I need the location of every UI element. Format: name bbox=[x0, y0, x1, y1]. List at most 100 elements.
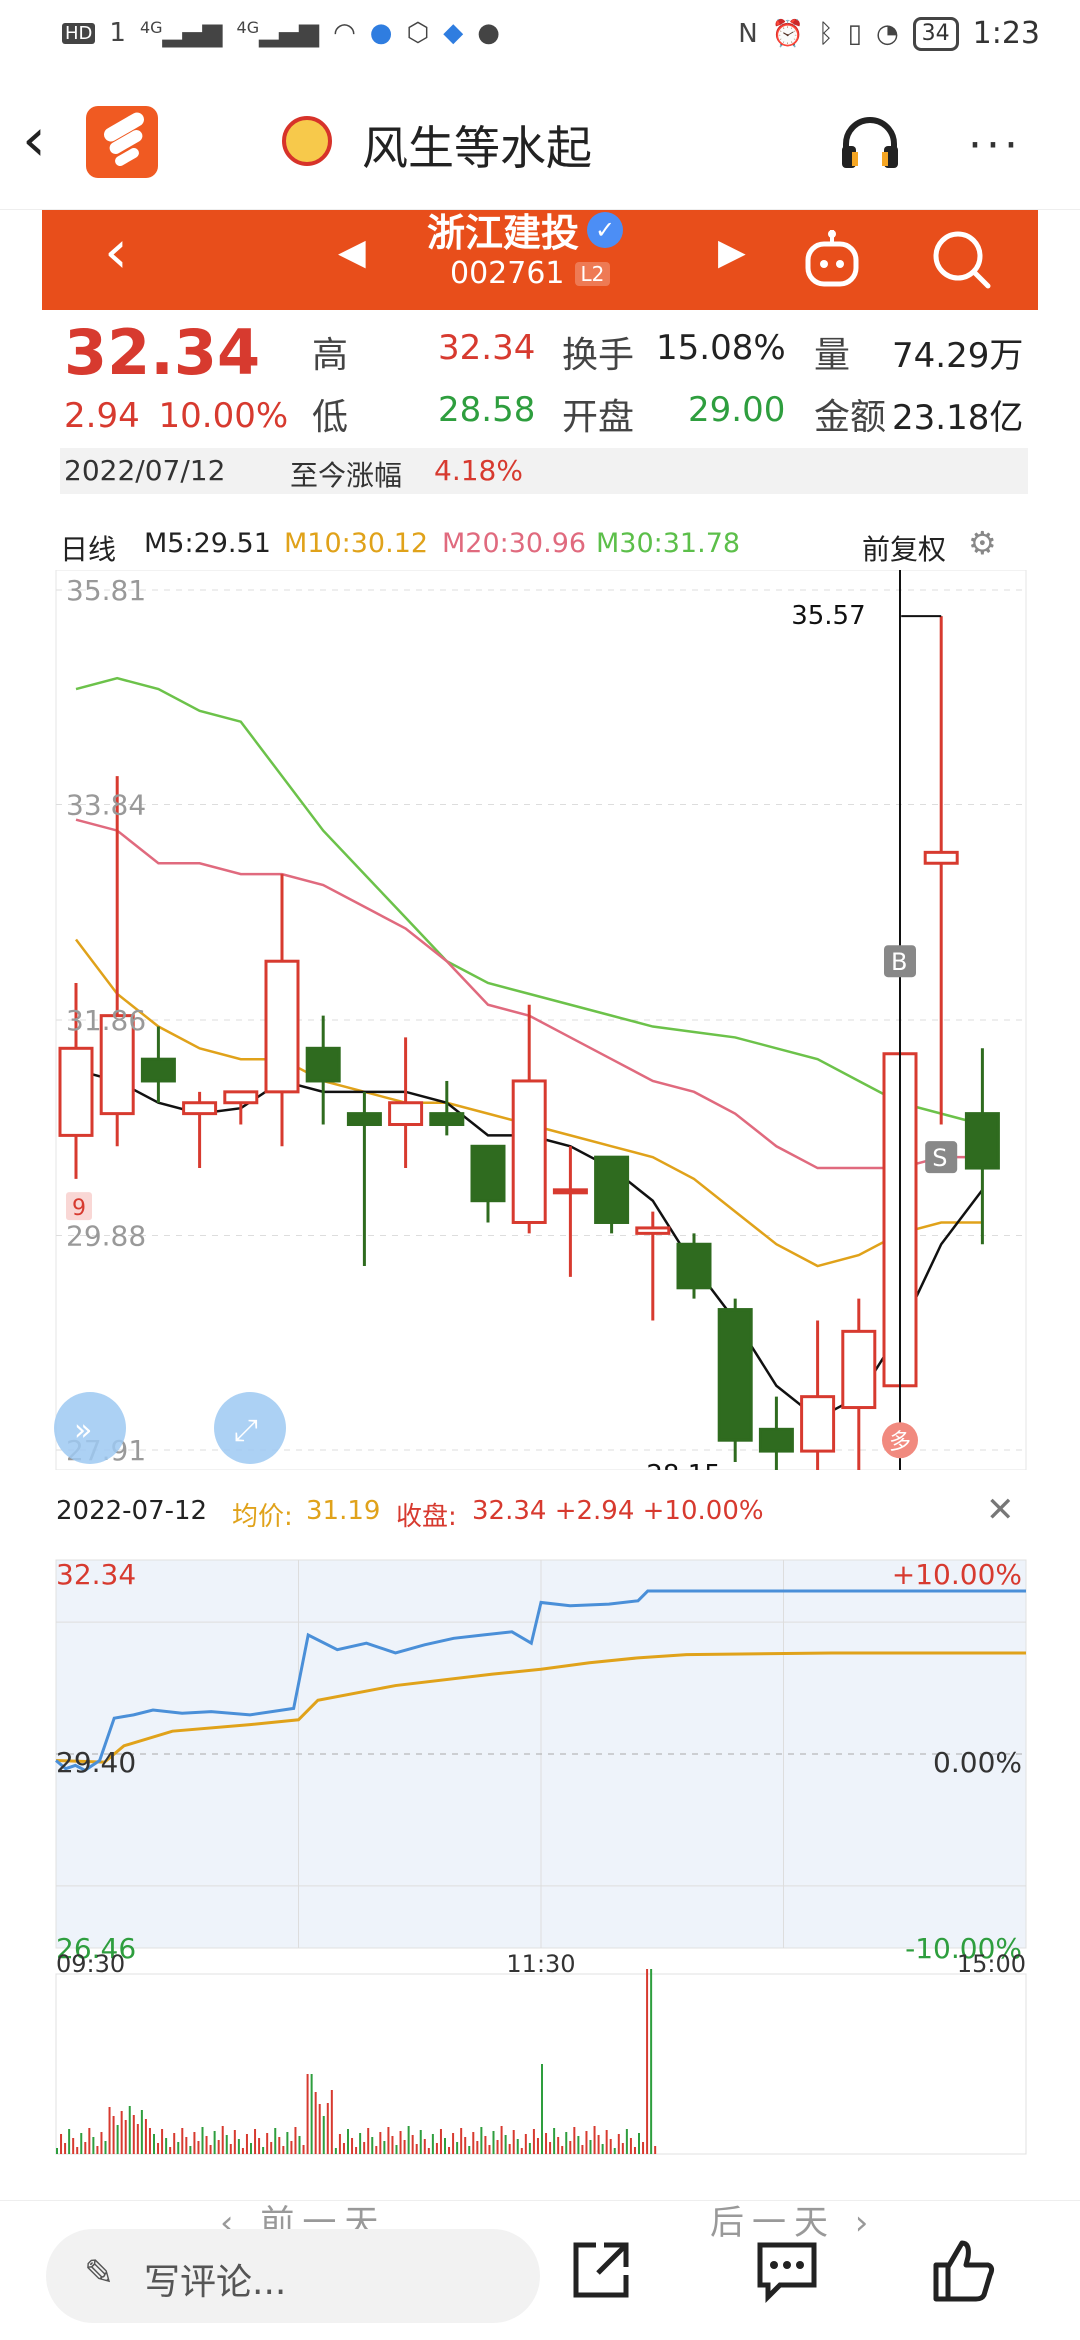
user-avatar[interactable] bbox=[282, 116, 332, 166]
volume-bar bbox=[144, 2119, 147, 2154]
candle-body bbox=[594, 1155, 630, 1224]
low-label: 低 bbox=[312, 397, 349, 438]
candle-body bbox=[511, 1079, 547, 1224]
app-notify-icon: ◆ bbox=[443, 18, 464, 48]
kline-chart[interactable]: 35.8133.8431.8629.8827.9135.5728.15BS9多»… bbox=[0, 570, 1080, 1470]
volume-bar bbox=[419, 2130, 422, 2154]
prev-stock-icon[interactable]: ◀ bbox=[338, 232, 366, 273]
volume-bar bbox=[213, 2131, 216, 2154]
search-icon[interactable] bbox=[928, 226, 994, 292]
volume-bar bbox=[120, 2111, 123, 2154]
volume-bar bbox=[229, 2144, 232, 2154]
volume-bar bbox=[407, 2126, 410, 2154]
headset-icon[interactable] bbox=[838, 114, 902, 170]
volume-bar bbox=[298, 2136, 301, 2154]
change-value: 2.94 bbox=[64, 396, 140, 436]
back-icon[interactable]: ‹ bbox=[22, 110, 72, 170]
candle-body bbox=[964, 1112, 1000, 1170]
candle-body bbox=[346, 1112, 382, 1127]
volume-bar bbox=[326, 2103, 329, 2154]
volume-bar bbox=[173, 2133, 176, 2154]
more-marker: 多 bbox=[882, 1422, 918, 1459]
volume-bar bbox=[112, 2116, 115, 2154]
volume-bar bbox=[72, 2138, 75, 2154]
volume-bar bbox=[565, 2132, 568, 2154]
volume-bar bbox=[589, 2140, 592, 2154]
volume-bar bbox=[116, 2125, 119, 2154]
candle-body bbox=[635, 1226, 671, 1235]
volume-bar bbox=[403, 2140, 406, 2154]
comment-input[interactable]: ✎ 写评论... bbox=[46, 2229, 540, 2323]
y-right-label: 0.00% bbox=[933, 1746, 1022, 1779]
volume-bar bbox=[581, 2145, 584, 2154]
candle-body bbox=[923, 850, 959, 865]
signal-icon-2: 4G▂▄▆ bbox=[236, 18, 320, 48]
candle-body bbox=[717, 1308, 753, 1442]
volume-bar bbox=[496, 2140, 499, 2154]
volume-bar bbox=[448, 2147, 451, 2154]
volume-bar bbox=[157, 2143, 160, 2154]
share-icon[interactable] bbox=[566, 2235, 636, 2305]
hd-badge: HD bbox=[62, 22, 96, 44]
intraday-chart[interactable]: 32.3429.4026.46+10.00%0.00%-10.00%09:30 1… bbox=[0, 1540, 1080, 2160]
ma30-label: M30:31.78 bbox=[596, 528, 741, 559]
volume-bar bbox=[464, 2137, 467, 2154]
candle-body bbox=[470, 1144, 506, 1203]
volume-bar bbox=[621, 2143, 624, 2154]
shield-icon: ⬡ bbox=[406, 18, 430, 48]
like-icon[interactable] bbox=[928, 2235, 998, 2305]
volume-bar bbox=[233, 2130, 236, 2154]
period-label[interactable]: 日线 bbox=[60, 528, 116, 568]
volume-bar bbox=[225, 2135, 228, 2154]
since-value: 4.18% bbox=[434, 454, 523, 487]
page-title: 风生等水起 bbox=[362, 121, 592, 175]
stock-name: 浙江建投 ✓ bbox=[427, 202, 624, 257]
next-stock-icon[interactable]: ▶ bbox=[718, 232, 746, 273]
candle-body bbox=[58, 1046, 94, 1137]
open-label: 开盘 bbox=[562, 397, 635, 438]
app-logo[interactable] bbox=[86, 106, 158, 178]
intraday-header: 2022-07-12 均价: 31.19 收盘: 32.34 +2.94 +10… bbox=[42, 1490, 1038, 1534]
volume-bar bbox=[520, 2148, 523, 2154]
status-bar: HD 1 4G▂▄▆ 4G▂▄▆ ◠ ● ⬡ ◆ ● N ⏰ ᛒ ▯ ◔ 34 … bbox=[0, 0, 1080, 75]
more-icon[interactable]: ··· bbox=[968, 120, 1022, 171]
volume-bar bbox=[561, 2146, 564, 2154]
volume-bar bbox=[355, 2147, 358, 2154]
y-right-label: +10.00% bbox=[892, 1558, 1022, 1591]
volume-bar bbox=[76, 2147, 79, 2154]
quote-panel: 32.34 2.94 10.00% 高 32.34 低 28.58 换手 15.… bbox=[42, 316, 1038, 506]
volume-bar bbox=[512, 2130, 515, 2154]
volume-bar bbox=[605, 2130, 608, 2154]
sell-marker: S bbox=[925, 1141, 958, 1174]
settings-icon[interactable]: ⚙ bbox=[968, 524, 997, 562]
candle-body bbox=[841, 1329, 877, 1410]
stock-back-icon[interactable]: ‹ bbox=[104, 222, 128, 282]
volume-bar bbox=[415, 2144, 418, 2154]
volume-bar bbox=[427, 2148, 430, 2154]
ma10-label: M10:30.12 bbox=[284, 528, 429, 559]
adjust-label[interactable]: 前复权 bbox=[862, 528, 946, 568]
comments-icon[interactable] bbox=[752, 2235, 822, 2305]
candle-body bbox=[552, 1188, 588, 1195]
vibrate-icon: ▯ bbox=[847, 18, 862, 49]
ma5-label: M5:29.51 bbox=[144, 528, 271, 559]
volume-bar bbox=[577, 2136, 580, 2154]
volume-bar bbox=[290, 2141, 293, 2154]
volume-bar bbox=[654, 2146, 657, 2154]
volume-bar bbox=[84, 2142, 87, 2154]
volume-bar bbox=[536, 2138, 539, 2154]
price-change: 2.94 10.00% bbox=[64, 396, 288, 436]
volume-bar bbox=[330, 2090, 333, 2154]
since-label: 至今涨幅 bbox=[290, 459, 403, 492]
candle-body bbox=[388, 1101, 424, 1127]
close-label: 收盘: bbox=[396, 1502, 457, 1532]
volume-bar bbox=[148, 2128, 151, 2154]
volume-bar bbox=[165, 2138, 168, 2154]
candle-body bbox=[223, 1090, 259, 1105]
volume-bar bbox=[201, 2127, 204, 2154]
robot-icon[interactable] bbox=[802, 228, 862, 290]
close-icon[interactable]: ✕ bbox=[986, 1490, 1015, 1530]
more-marker-text: 多 bbox=[889, 1430, 911, 1455]
alarm-icon: ⏰ bbox=[771, 18, 805, 49]
volume-bar bbox=[484, 2136, 487, 2154]
